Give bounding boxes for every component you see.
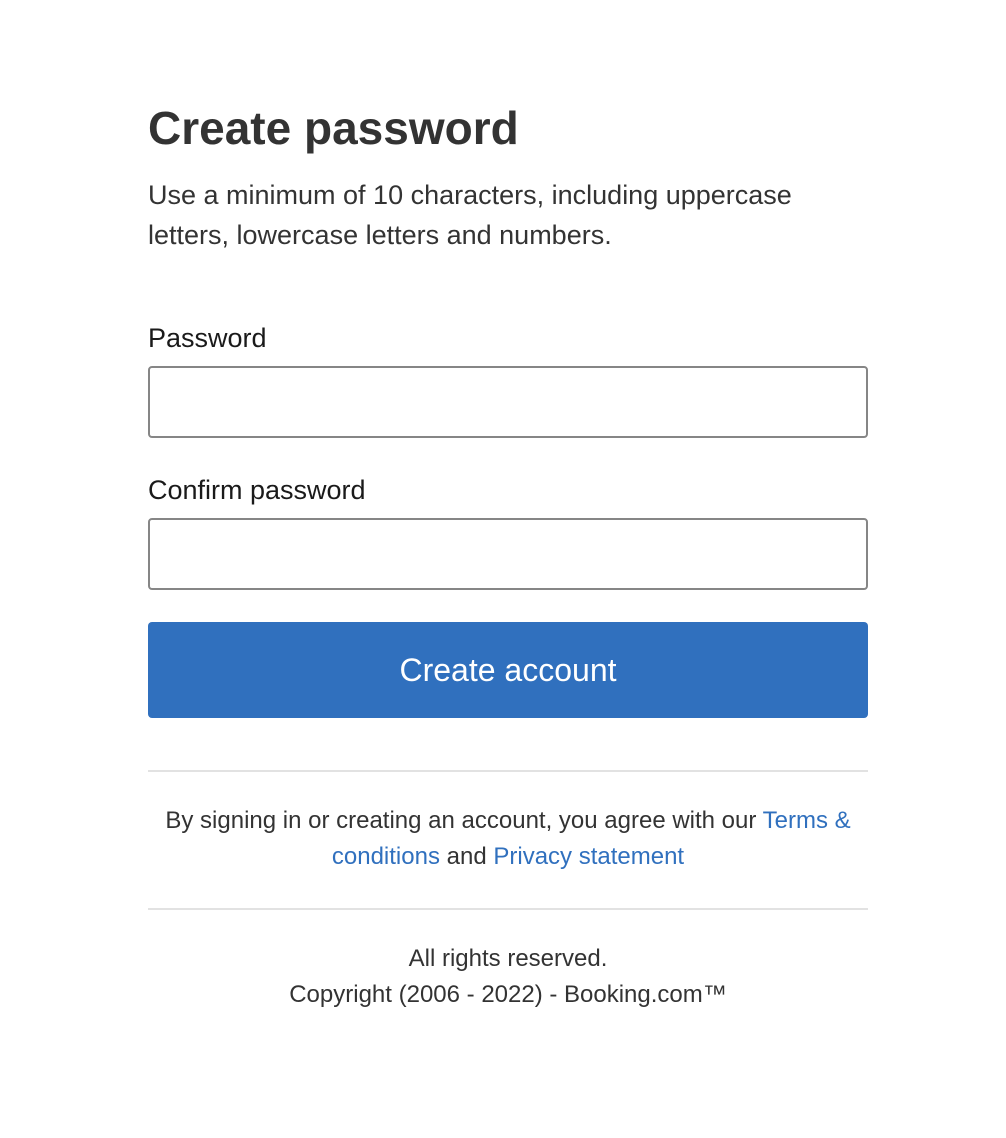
legal-conjunction: and [446, 843, 487, 870]
rights-reserved-text: All rights reserved. [408, 945, 608, 972]
confirm-password-input[interactable] [148, 518, 868, 590]
copyright-text: Copyright (2006 - 2022) - Booking.com™ [289, 981, 727, 1008]
create-account-button[interactable]: Create account [148, 622, 868, 718]
legal-notice: By signing in or creating an account, yo… [148, 803, 868, 875]
password-input[interactable] [148, 366, 868, 438]
confirm-password-label: Confirm password [148, 475, 366, 505]
footer: All rights reserved. Copyright (2006 - 2… [148, 941, 868, 1013]
password-requirements-text: Use a minimum of 10 characters, includin… [148, 180, 792, 250]
privacy-statement-link[interactable]: Privacy statement [493, 843, 684, 870]
page-title: Create password [148, 102, 519, 154]
divider [148, 908, 868, 910]
password-label: Password [148, 323, 267, 353]
divider [148, 770, 868, 772]
legal-notice-text: By signing in or creating an account, yo… [165, 807, 757, 834]
